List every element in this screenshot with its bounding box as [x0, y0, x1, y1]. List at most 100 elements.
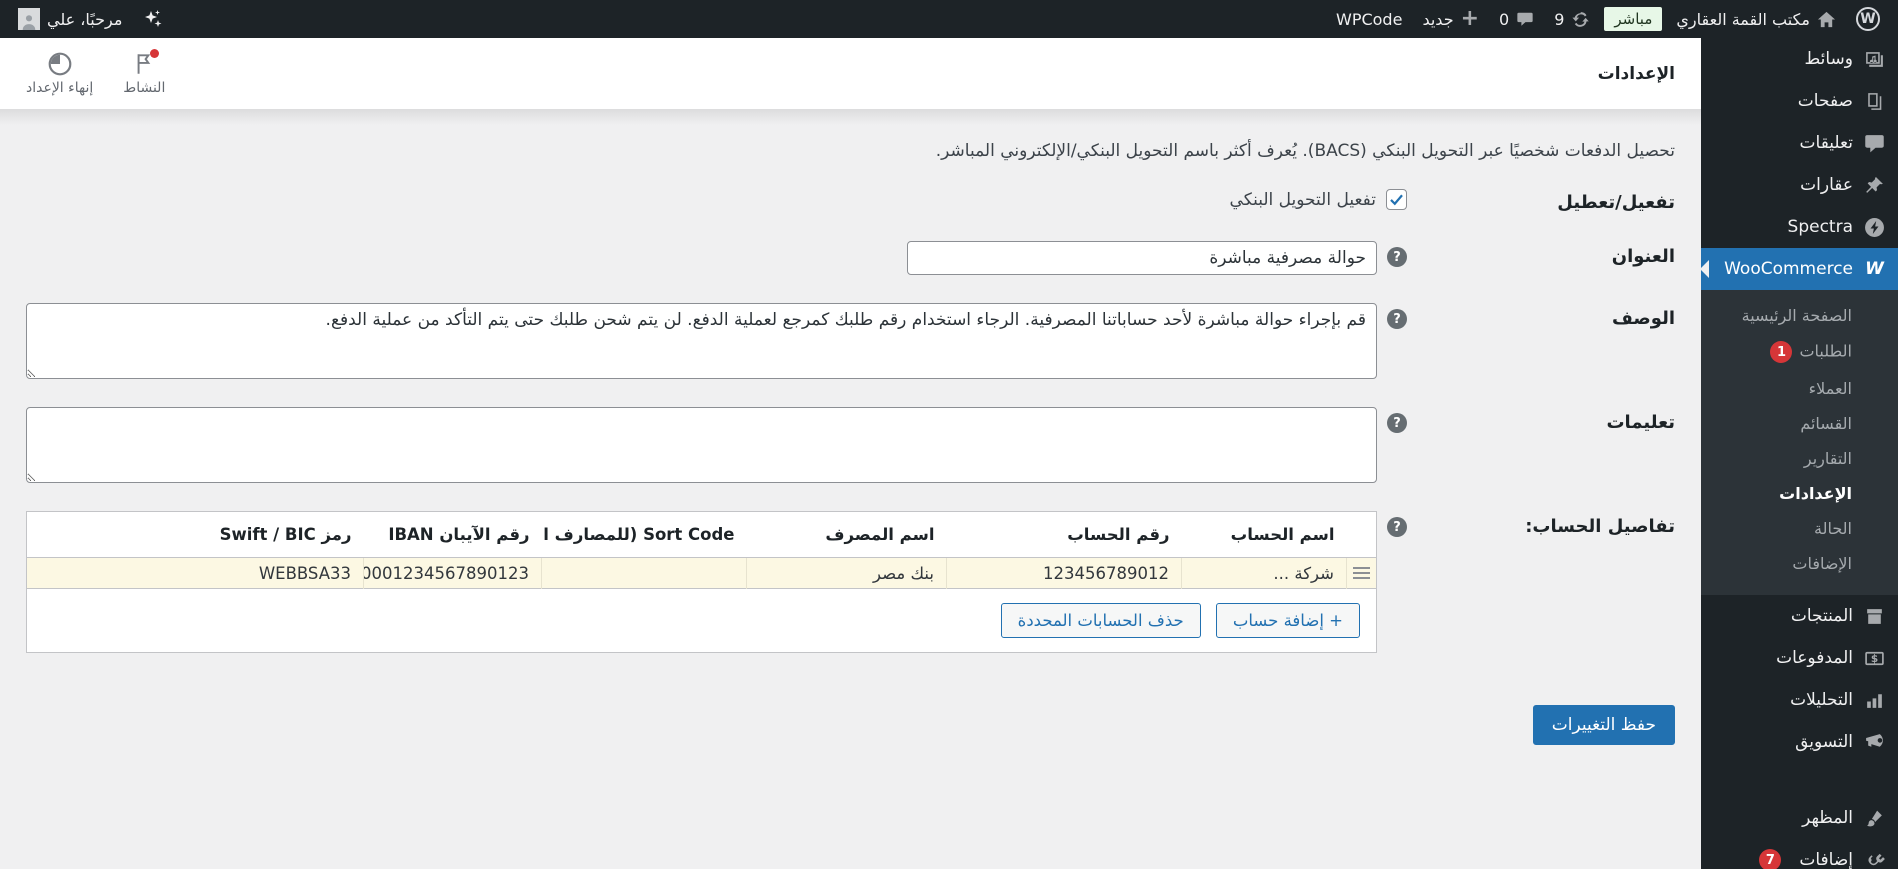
sidebar-item-label: وسائط: [1804, 49, 1853, 69]
gateway-description: تحصيل الدفعات شخصيًا عبر التحويل البنكي …: [935, 141, 1675, 161]
comments-count: 0: [1499, 9, 1510, 29]
activity-alert-dot: [150, 49, 160, 58]
title-input[interactable]: [907, 241, 1377, 275]
help-icon[interactable]: ?: [1387, 309, 1407, 329]
wpcode-label: WPCode: [1336, 9, 1403, 29]
menu-separator: [1701, 763, 1898, 797]
sidebar-item-label: التحليلات: [1790, 690, 1853, 710]
bank-name-cell[interactable]: بنك مصر: [746, 557, 947, 589]
swift-bic-cell[interactable]: WEBBSA33: [26, 557, 364, 589]
updates-icon: [1572, 11, 1590, 27]
col-bank-name: اسم المصرف: [746, 511, 947, 558]
submenu-item-extensions[interactable]: الإضافات: [1701, 546, 1898, 581]
title-row-label: العنوان: [1611, 246, 1675, 267]
comments-icon: [1865, 134, 1884, 152]
site-name: مكتب القمة العقاري: [1676, 9, 1810, 29]
site-link[interactable]: مكتب القمة العقاري: [1666, 0, 1846, 38]
sidebar-item-label: عقارات: [1800, 175, 1853, 195]
settings-page: الإعدادات النشاط إنهاء الإعداد تحصيل الد…: [0, 38, 1701, 869]
plus-icon: +: [1460, 6, 1480, 31]
plugins-count-badge: 7: [1759, 849, 1782, 869]
my-account-menu[interactable]: مرحبًا، علي: [8, 0, 132, 38]
finish-setup-label: إنهاء الإعداد: [26, 80, 94, 96]
woocommerce-submenu: الصفحة الرئيسية الطلبات1 العملاء القسائم…: [1701, 290, 1898, 595]
submenu-item-home[interactable]: الصفحة الرئيسية: [1701, 298, 1898, 333]
description-row: الوصف ?: [0, 283, 1701, 387]
wordpress-logo-icon: W: [1856, 7, 1880, 31]
instructions-textarea[interactable]: [26, 407, 1377, 483]
comments-menu[interactable]: 0: [1489, 0, 1544, 38]
col-account-name: اسم الحساب: [1181, 511, 1347, 558]
orders-count-badge: 1: [1770, 341, 1793, 363]
sidebar-item-label: المدفوعات: [1776, 648, 1853, 668]
description-textarea[interactable]: [26, 303, 1377, 379]
finish-setup-button[interactable]: إنهاء الإعداد: [26, 51, 93, 96]
sort-code-cell[interactable]: [541, 557, 747, 589]
wordpress-menu[interactable]: W: [1846, 0, 1890, 38]
sidebar-item-comments[interactable]: تعليقات: [1701, 122, 1898, 164]
col-swift-bic: رمز Swift / BIC: [26, 511, 364, 558]
environment-badge: مباشر: [1604, 7, 1663, 31]
accounts-header-row: اسم الحساب رقم الحساب اسم المصرف Sort Co…: [26, 511, 1377, 558]
sidebar-item-properties[interactable]: عقارات: [1701, 164, 1898, 206]
wpcode-menu[interactable]: WPCode: [1326, 0, 1412, 38]
col-sort-code: Sort Code (للمصارف الأوروبية): [541, 511, 747, 558]
drag-handle-icon[interactable]: [1353, 566, 1370, 580]
home-icon: [1817, 11, 1836, 27]
submenu-item-orders[interactable]: الطلبات1: [1701, 333, 1898, 371]
enable-checkbox[interactable]: [1386, 189, 1407, 210]
help-icon[interactable]: ?: [1387, 517, 1407, 537]
save-row: حفظ التغييرات: [0, 661, 1701, 745]
sidebar-item-media[interactable]: وسائط: [1701, 38, 1898, 80]
sidebar-item-label: صفحات: [1797, 91, 1853, 111]
sidebar-item-spectra[interactable]: Spectra: [1701, 206, 1898, 248]
account-number-cell[interactable]: 123456789012: [946, 557, 1182, 589]
enable-row-label: تفعيل/تعطيل: [1557, 192, 1675, 213]
sidebar-item-appearance[interactable]: المظهر: [1701, 797, 1898, 839]
add-account-button[interactable]: + إضافة حساب: [1215, 603, 1360, 638]
row-drag-handle-cell[interactable]: [1346, 557, 1377, 589]
avatar: [18, 8, 40, 30]
sidebar-item-woocommerce[interactable]: W WooCommerce: [1701, 248, 1898, 290]
sparkles-icon: [145, 10, 162, 27]
save-changes-button[interactable]: حفظ التغييرات: [1532, 705, 1675, 745]
sidebar-item-plugins[interactable]: إضافات 7: [1701, 839, 1898, 869]
media-icon: [1866, 51, 1883, 67]
greeting-text: مرحبًا، علي: [47, 9, 123, 29]
svg-text:$: $: [1871, 653, 1878, 665]
bank-accounts-table: اسم الحساب رقم الحساب اسم المصرف Sort Co…: [26, 511, 1377, 653]
account-table-row[interactable]: شركة ... 123456789012 بنك مصر 2000000123…: [26, 557, 1377, 589]
sidebar-item-label: WooCommerce: [1724, 259, 1853, 279]
account-details-label: تفاصيل الحساب:: [1525, 516, 1675, 537]
sidebar-item-pages[interactable]: صفحات: [1701, 80, 1898, 122]
submenu-item-status[interactable]: الحالة: [1701, 511, 1898, 546]
submenu-item-customers[interactable]: العملاء: [1701, 371, 1898, 406]
activity-button[interactable]: النشاط: [123, 49, 165, 96]
header-actions: النشاط إنهاء الإعداد: [26, 49, 165, 96]
ai-assistant-menu[interactable]: [132, 0, 174, 38]
sidebar-item-label: المنتجات: [1790, 606, 1853, 626]
comment-bubble-icon: [1517, 12, 1533, 26]
submenu-item-settings[interactable]: الإعدادات: [1701, 476, 1898, 511]
iban-cell[interactable]: 20000001234567890123: [363, 557, 542, 589]
submenu-item-reports[interactable]: التقارير: [1701, 441, 1898, 476]
account-name-cell[interactable]: شركة ...: [1181, 557, 1347, 589]
submenu-item-coupons[interactable]: القسائم: [1701, 406, 1898, 441]
help-icon[interactable]: ?: [1387, 247, 1407, 267]
enable-checkbox-label[interactable]: تفعيل التحويل البنكي: [1230, 190, 1376, 210]
sidebar-item-payments[interactable]: $ المدفوعات: [1701, 637, 1898, 679]
plugin-icon: [1868, 853, 1885, 865]
help-icon[interactable]: ?: [1387, 413, 1407, 433]
updates-menu[interactable]: 9: [1544, 0, 1600, 38]
new-content-menu[interactable]: + جديد: [1412, 0, 1489, 38]
admin-bar: W مكتب القمة العقاري مباشر 9 0 + جديد WP…: [0, 0, 1898, 38]
pushpin-icon: [1866, 176, 1883, 193]
sidebar-item-products[interactable]: المنتجات: [1701, 595, 1898, 637]
sidebar-item-analytics[interactable]: التحليلات: [1701, 679, 1898, 721]
title-row: العنوان ?: [0, 221, 1701, 283]
delete-selected-accounts-button[interactable]: حذف الحسابات المحددة: [1000, 603, 1201, 638]
drag-column-header: [1346, 511, 1377, 558]
header-shadow: [0, 109, 1701, 125]
sidebar-item-marketing[interactable]: التسويق: [1701, 721, 1898, 763]
account-details-row: تفاصيل الحساب: ? اسم الحساب رقم الحساب ا…: [0, 491, 1701, 661]
